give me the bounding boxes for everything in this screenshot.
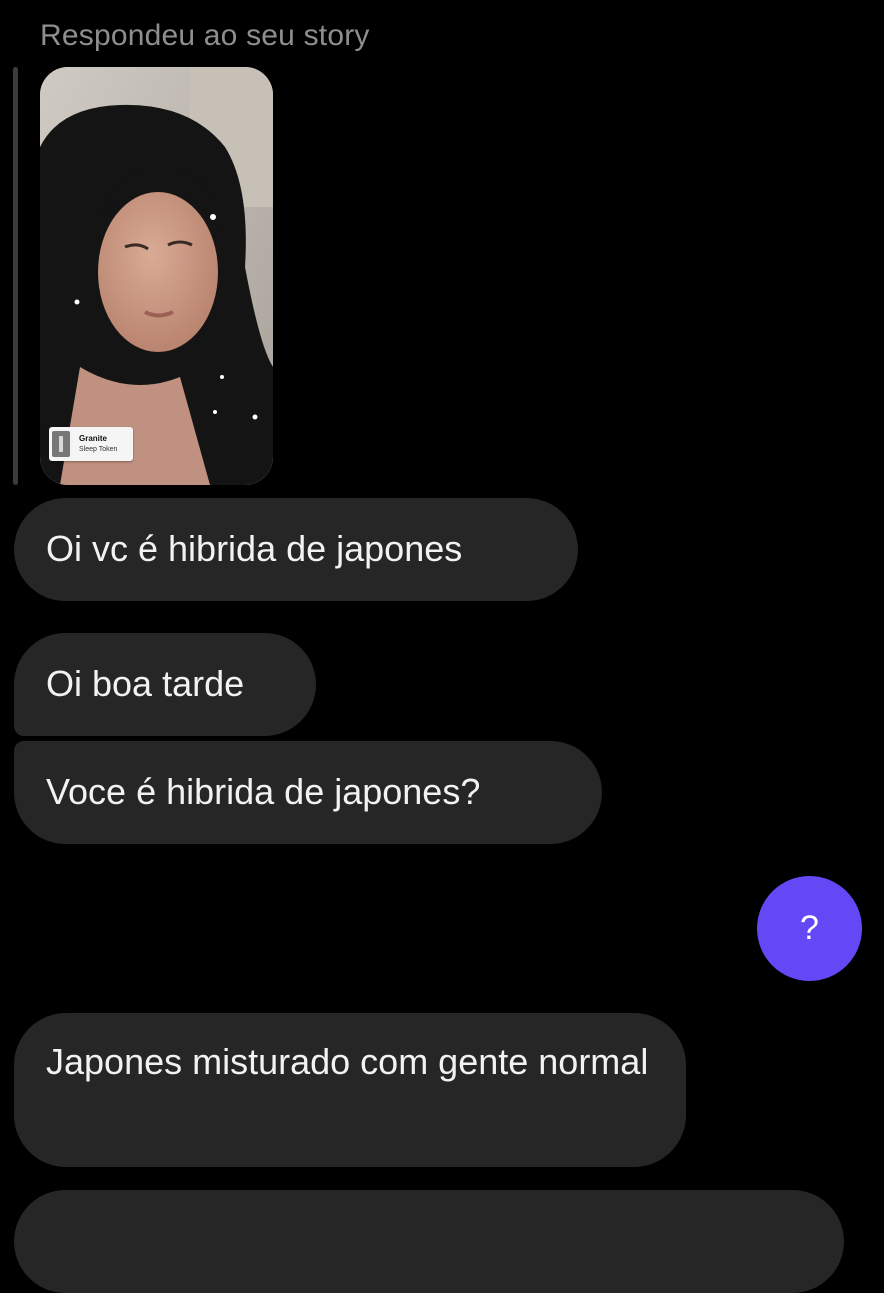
message-bubble-received[interactable]: Oi vc é hibrida de japones xyxy=(14,498,578,601)
music-sticker-text: Granite Sleep Token xyxy=(79,433,117,455)
music-title: Granite xyxy=(79,434,108,443)
reply-indicator-bar xyxy=(13,67,18,485)
message-bubble-received[interactable]: Japones misturado com gente normal xyxy=(14,1013,686,1167)
message-bubble-received[interactable]: Oi boa tarde xyxy=(14,633,316,736)
music-sticker[interactable]: Granite Sleep Token xyxy=(49,427,133,461)
music-artist: Sleep Token xyxy=(79,446,118,453)
message-bubble-sent[interactable]: ? xyxy=(757,876,862,981)
story-reply-label: Respondeu ao seu story xyxy=(40,19,370,52)
story-thumbnail[interactable]: Granite Sleep Token xyxy=(40,67,273,485)
album-art-icon xyxy=(52,431,70,457)
message-bubble-partial[interactable] xyxy=(14,1190,844,1293)
story-photo xyxy=(40,67,273,485)
message-bubble-received[interactable]: Voce é hibrida de japones? xyxy=(14,741,602,844)
